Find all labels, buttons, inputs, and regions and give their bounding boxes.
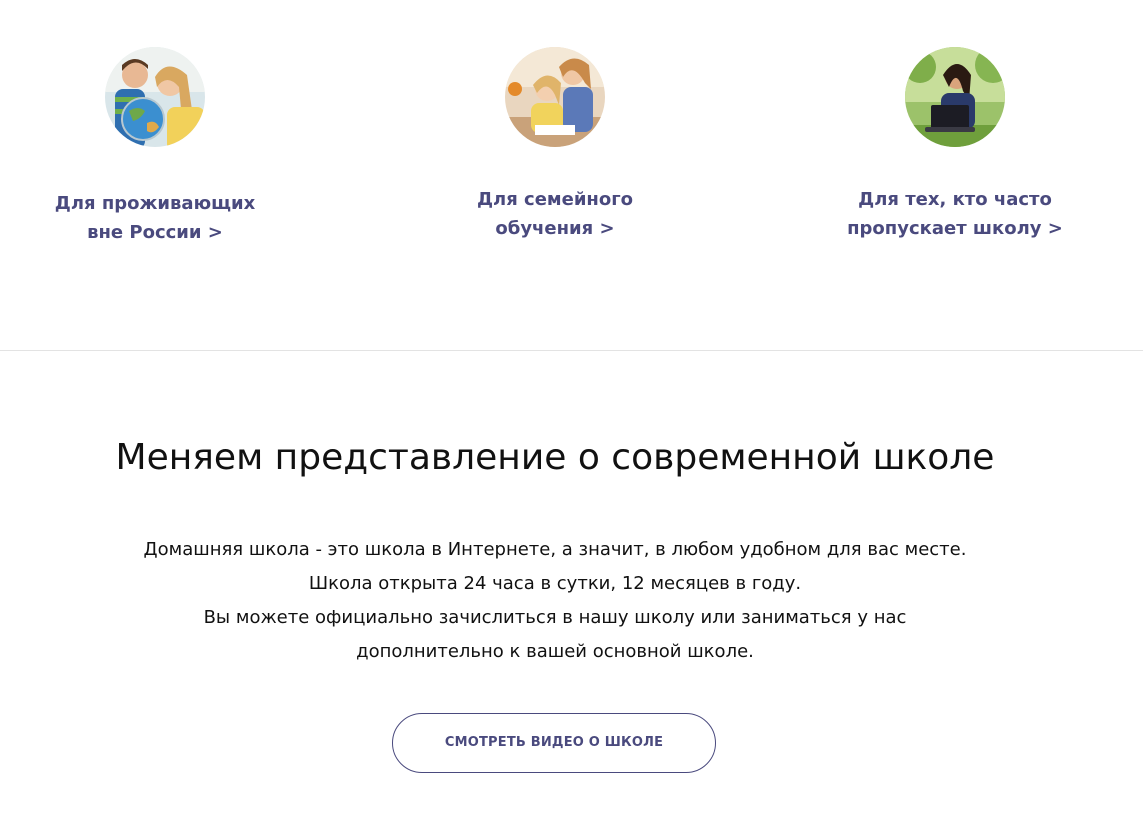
about-description-line: Школа открыта 24 часа в сутки, 12 месяце…: [308, 573, 802, 594]
card-often-absent[interactable]: Для тех, кто часто пропускает школу >: [835, 47, 1075, 243]
girl-with-laptop-outdoors-photo: [905, 47, 1005, 147]
about-description-line: Домашняя школа - это школа в Интернете, …: [143, 539, 967, 560]
watch-video-button[interactable]: СМОТРЕТЬ ВИДЕО О ШКОЛЕ: [392, 713, 716, 773]
mother-and-daughter-studying-photo: [505, 47, 605, 147]
card-family-education-label: Для семейного обучения >: [435, 185, 675, 243]
about-description: Домашняя школа - это школа в Интернете, …: [0, 533, 1110, 669]
card-often-absent-line1: Для тех, кто часто: [858, 189, 1052, 210]
audience-cards-section: Для проживающих вне России > Для семейно…: [0, 0, 1143, 350]
card-often-absent-line2: пропускает школу >: [847, 218, 1063, 239]
card-living-abroad-line1: Для проживающих: [54, 193, 256, 214]
card-living-abroad-line2: вне России >: [87, 222, 223, 243]
card-often-absent-label: Для тех, кто часто пропускает школу >: [835, 185, 1075, 243]
about-description-line: Вы можете официально зачислиться в нашу …: [203, 607, 907, 628]
card-family-education-line1: Для семейного: [476, 189, 634, 210]
section-divider: [0, 350, 1143, 351]
card-living-abroad-label: Для проживающих вне России >: [35, 189, 275, 247]
card-family-education[interactable]: Для семейного обучения >: [435, 47, 675, 243]
about-headline: Меняем представление о современной школе: [115, 437, 995, 478]
about-description-line: дополнительно к вашей основной школе.: [356, 641, 754, 662]
children-with-globe-photo: [105, 47, 205, 147]
card-family-education-line2: обучения >: [495, 218, 615, 239]
card-living-abroad[interactable]: Для проживающих вне России >: [35, 47, 275, 247]
